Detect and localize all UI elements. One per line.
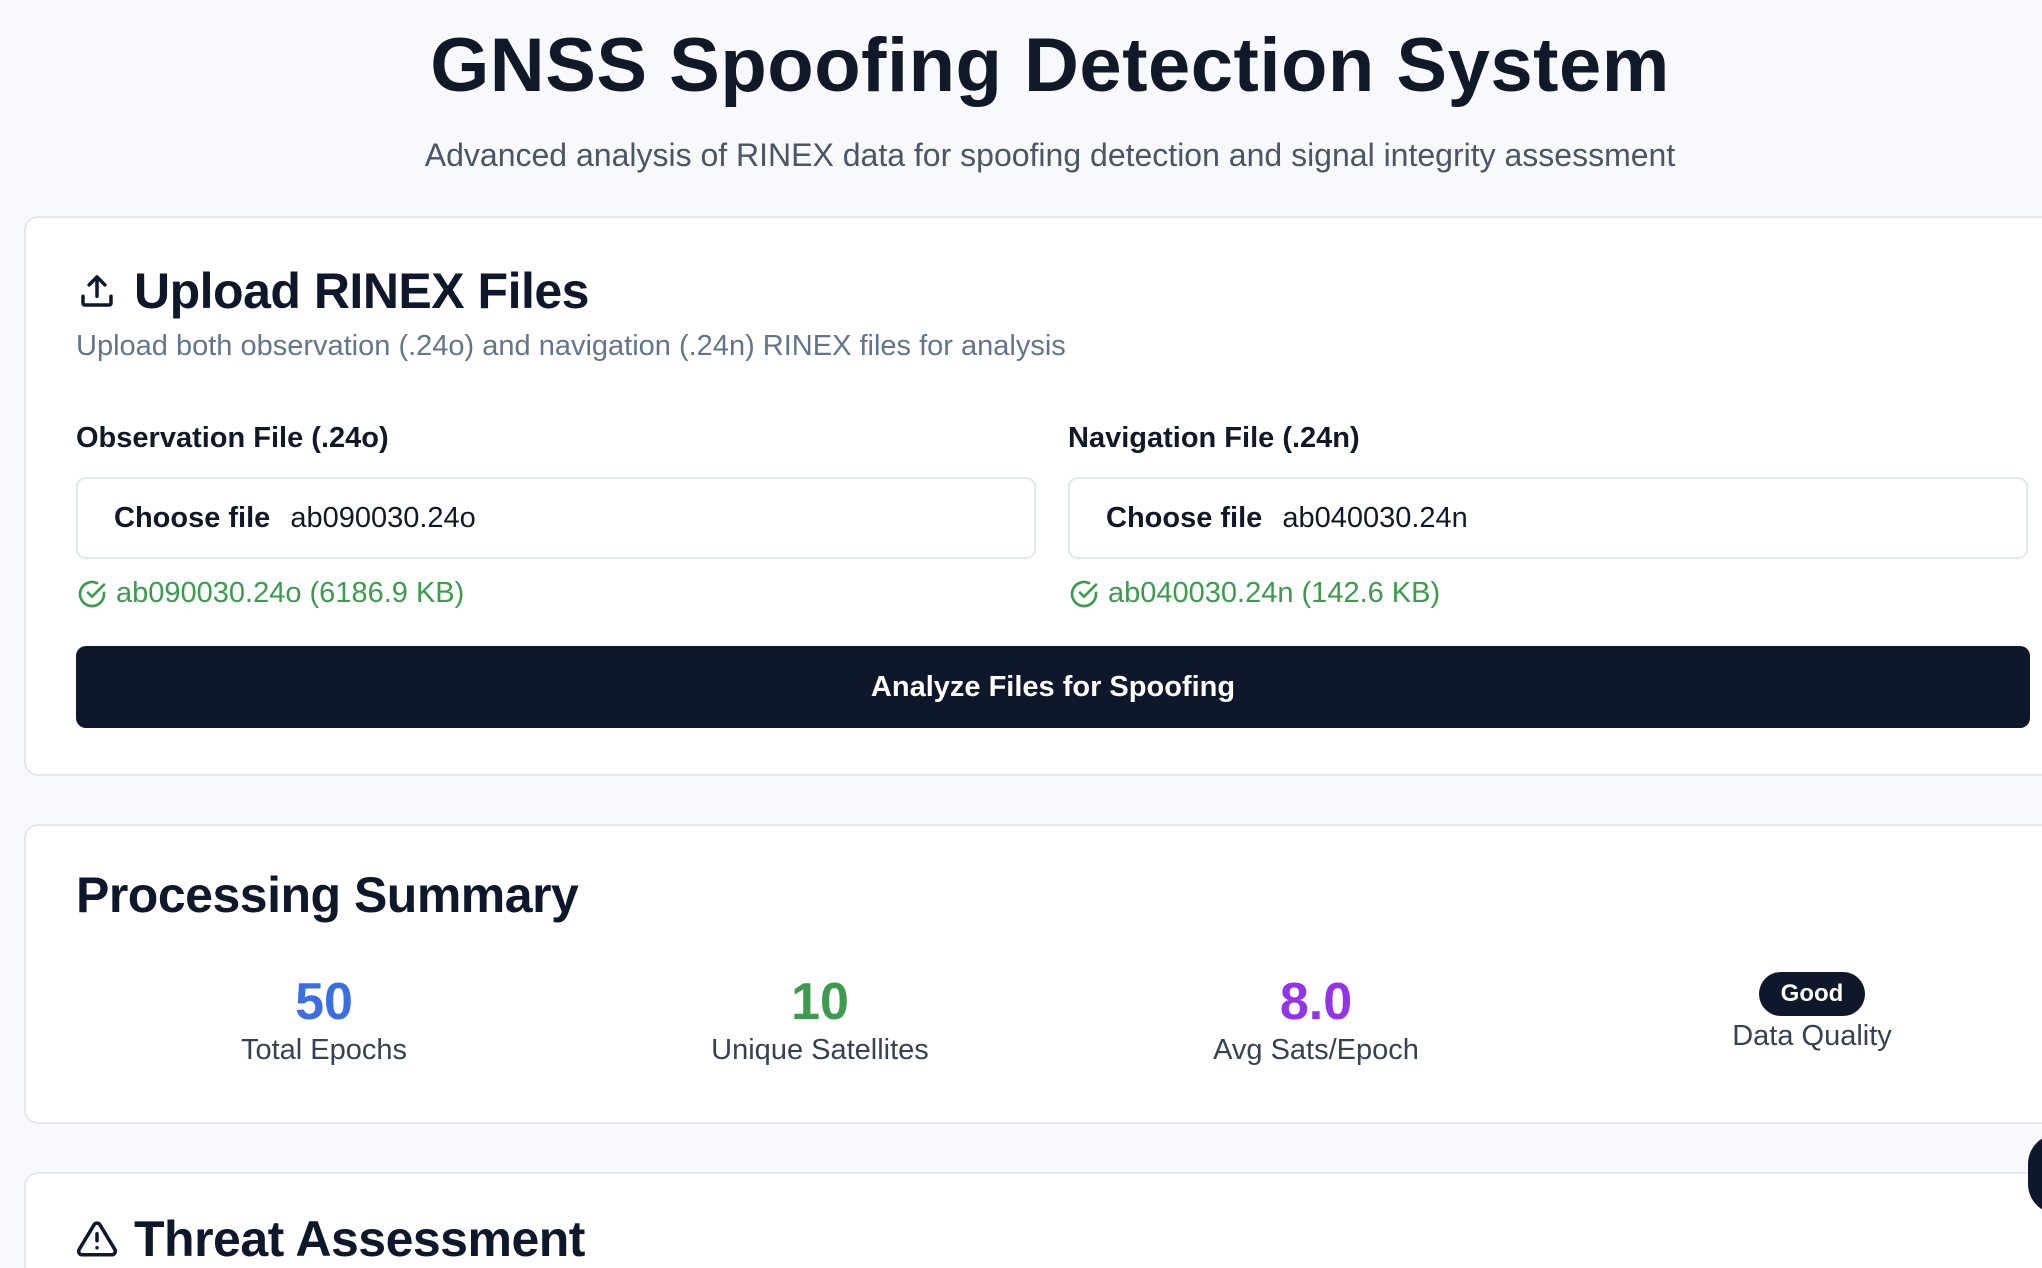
upload-description: Upload both observation (.24o) and navig… xyxy=(76,330,1066,362)
observation-choose-file-button[interactable]: Choose file xyxy=(114,502,270,535)
summary-title-row: Processing Summary xyxy=(76,866,579,924)
navigation-file-input[interactable]: Choose file ab040030.24n xyxy=(1068,477,2028,559)
navigation-file-name: ab040030.24n xyxy=(1282,501,1468,534)
processing-summary-card: Processing Summary 50 Total Epochs 10 Un… xyxy=(24,824,2042,1124)
stat-value: 10 xyxy=(791,973,849,1031)
stat-avg-sats-per-epoch: 8.0 Avg Sats/Epoch xyxy=(1068,972,1564,1067)
data-quality-badge: Good xyxy=(1758,972,1866,1016)
stat-unique-satellites: 10 Unique Satellites xyxy=(572,972,1068,1067)
threat-title-row: Threat Assessment xyxy=(76,1210,585,1268)
stat-data-quality: Good Data Quality xyxy=(1564,972,2042,1067)
stat-value: 8.0 xyxy=(1279,973,1353,1031)
observation-file-status: ab090030.24o (6186.9 KB) xyxy=(76,577,1036,610)
stat-value: 50 xyxy=(295,973,353,1031)
page-subtitle: Advanced analysis of RINEX data for spoo… xyxy=(424,137,1676,173)
navigation-file-label: Navigation File (.24n) xyxy=(1068,422,1360,454)
summary-title: Processing Summary xyxy=(76,867,579,923)
upload-card: Upload RINEX Files Upload both observati… xyxy=(24,216,2042,776)
page-header: GNSS Spoofing Detection System Advanced … xyxy=(0,22,2042,174)
stat-label: Data Quality xyxy=(1732,1020,1892,1052)
check-circle-icon xyxy=(78,580,106,607)
summary-stats: 50 Total Epochs 10 Unique Satellites 8.0… xyxy=(76,972,2042,1067)
threat-title: Threat Assessment xyxy=(134,1211,585,1267)
observation-file-input[interactable]: Choose file ab090030.24o xyxy=(76,477,1036,559)
stat-label: Unique Satellites xyxy=(711,1034,929,1066)
analyze-files-button[interactable]: Analyze Files for Spoofing xyxy=(76,646,2030,728)
upload-title-row: Upload RINEX Files xyxy=(76,262,589,320)
observation-file-label: Observation File (.24o) xyxy=(76,422,389,454)
observation-file-name: ab090030.24o xyxy=(290,501,476,534)
page: GNSS Spoofing Detection System Advanced … xyxy=(0,0,2042,1268)
threat-assessment-card: Threat Assessment xyxy=(24,1172,2042,1268)
navigation-choose-file-button[interactable]: Choose file xyxy=(1106,502,1262,535)
navigation-file-status-text: ab040030.24n (142.6 KB) xyxy=(1108,577,1441,609)
stat-label: Total Epochs xyxy=(240,1034,408,1066)
upload-icon xyxy=(81,275,113,307)
page-title: GNSS Spoofing Detection System xyxy=(430,23,1670,108)
stat-label: Avg Sats/Epoch xyxy=(1213,1034,1419,1066)
upload-title: Upload RINEX Files xyxy=(134,263,589,319)
observation-file-group: Observation File (.24o) Choose file ab09… xyxy=(76,422,1036,610)
stat-total-epochs: 50 Total Epochs xyxy=(76,972,572,1067)
navigation-file-group: Navigation File (.24n) Choose file ab040… xyxy=(1068,422,2028,610)
observation-file-status-text: ab090030.24o (6186.9 KB) xyxy=(116,577,465,609)
warning-triangle-icon xyxy=(76,1221,118,1257)
navigation-file-status: ab040030.24n (142.6 KB) xyxy=(1068,577,2028,610)
check-circle-icon xyxy=(1070,580,1098,607)
